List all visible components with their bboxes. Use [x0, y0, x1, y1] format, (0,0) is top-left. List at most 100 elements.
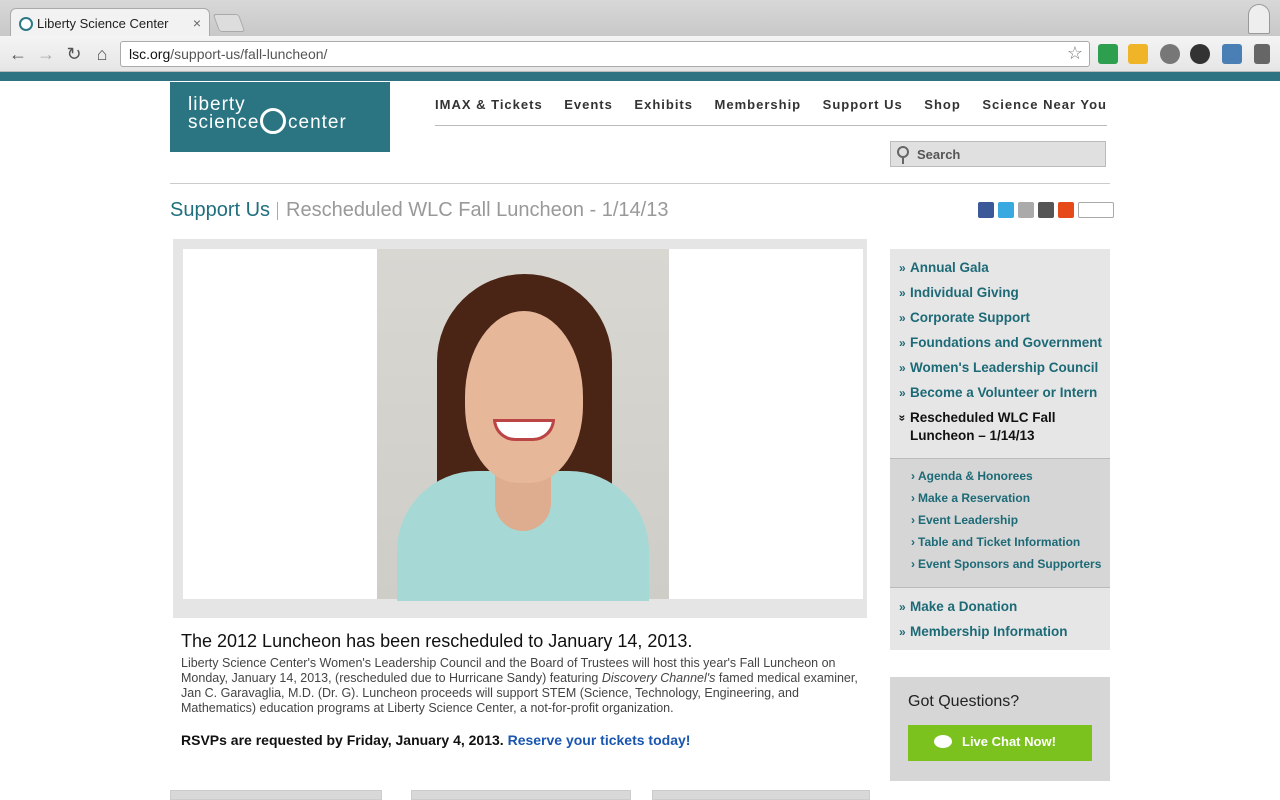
home-icon[interactable]: ⌂: [90, 42, 114, 66]
rsvp-text: RSVPs are requested by Friday, January 4…: [181, 732, 504, 748]
chevron-right-icon: »: [899, 311, 906, 325]
subnav-label: Make a Reservation: [918, 491, 1031, 505]
sidebar-item-donation[interactable]: » Make a Donation: [890, 598, 1110, 616]
extension-icon[interactable]: [1128, 44, 1148, 64]
sidebar-item-annual-gala[interactable]: » Annual Gala: [890, 259, 1110, 277]
thumbnail[interactable]: [170, 790, 382, 800]
article-headline: The 2012 Luncheon has been rescheduled t…: [181, 631, 693, 651]
nav-imax-tickets[interactable]: IMAX & Tickets: [435, 96, 543, 125]
feature-photo-frame: [173, 239, 867, 618]
chevron-right-icon: ›: [911, 557, 915, 571]
search-placeholder: Search: [917, 147, 961, 162]
questions-title: Got Questions?: [908, 693, 1020, 710]
sidebar-item-label: Annual Gala: [910, 260, 989, 275]
sidebar-item-label: Individual Giving: [910, 285, 1019, 300]
chevron-right-icon: »: [899, 386, 906, 400]
logo-mark-icon: [260, 108, 286, 134]
chevron-right-icon: ›: [911, 535, 915, 549]
logo-text: science: [188, 112, 260, 133]
addthis-icon[interactable]: [1058, 202, 1074, 218]
photo-background: [183, 249, 863, 601]
subnav-label: Event Sponsors and Supporters: [918, 557, 1102, 571]
chevron-right-icon: »: [899, 600, 906, 614]
tab-title: Liberty Science Center: [37, 16, 169, 31]
reserve-tickets-link[interactable]: Reserve your tickets today!: [508, 732, 691, 748]
sidebar-item-label: Foundations and Government: [910, 335, 1103, 350]
favicon-icon: [19, 17, 33, 31]
browser-toolbar: ← → ↻ ⌂ lsc.org/support-us/fall-luncheon…: [0, 36, 1280, 72]
site-logo[interactable]: liberty science center: [170, 82, 390, 152]
sidebar-subnav: › Agenda & Honorees › Make a Reservation ›…: [890, 458, 1110, 588]
profile-icon[interactable]: [1248, 4, 1270, 34]
main-nav: IMAX & Tickets Events Exhibits Membershi…: [435, 96, 1107, 126]
breadcrumb-separator: [277, 202, 278, 220]
chevron-right-icon: ›: [911, 513, 915, 527]
extension-icon[interactable]: [1098, 44, 1118, 64]
thumbnail[interactable]: [652, 790, 870, 800]
share-count-box: [1078, 202, 1114, 218]
article-body: Liberty Science Center's Women's Leaders…: [181, 656, 861, 716]
breadcrumb-section[interactable]: Support Us: [170, 199, 270, 222]
body-emphasis: Discovery Channel's: [601, 671, 716, 685]
divider: [170, 183, 1110, 184]
subnav-item-reservation[interactable]: › Make a Reservation: [890, 491, 1110, 505]
live-chat-button[interactable]: Live Chat Now!: [908, 725, 1092, 761]
thumbnail[interactable]: [411, 790, 631, 800]
email-icon[interactable]: [1018, 202, 1034, 218]
sidebar-item-womens-leadership[interactable]: » Women's Leadership Council: [890, 359, 1110, 377]
twitter-icon[interactable]: [998, 202, 1014, 218]
page-title: Rescheduled WLC Fall Luncheon - 1/14/13: [286, 199, 669, 221]
chevron-right-icon: ›: [911, 469, 915, 483]
sidebar-item-label: Become a Volunteer or Intern: [910, 385, 1098, 400]
browser-tab[interactable]: Liberty Science Center ×: [10, 8, 210, 38]
reload-icon[interactable]: ↻: [62, 42, 86, 66]
nav-shop[interactable]: Shop: [924, 96, 961, 125]
nav-exhibits[interactable]: Exhibits: [634, 96, 693, 125]
sidebar-item-membership[interactable]: » Membership Information: [890, 623, 1110, 641]
sidebar-item-label: Women's Leadership Council: [910, 360, 1099, 375]
forward-icon[interactable]: →: [34, 42, 58, 66]
bookmark-star-icon[interactable]: ☆: [1067, 43, 1083, 64]
nav-support-us[interactable]: Support Us: [823, 96, 903, 125]
sidebar-item-foundations[interactable]: » Foundations and Government: [890, 334, 1110, 352]
search-input[interactable]: Search: [890, 141, 1106, 167]
chevron-down-icon: »: [895, 414, 910, 422]
sidebar-item-label: Rescheduled WLC Fall Luncheon – 1/14/13: [910, 410, 1056, 443]
subnav-item-agenda[interactable]: › Agenda & Honorees: [890, 469, 1110, 483]
chat-bubble-icon: [934, 735, 952, 748]
menu-icon[interactable]: [1254, 44, 1270, 64]
nav-events[interactable]: Events: [564, 96, 613, 125]
gear-icon[interactable]: [1160, 44, 1180, 64]
address-bar[interactable]: lsc.org/support-us/fall-luncheon/ ☆: [120, 41, 1090, 67]
sidebar-item-label: Make a Donation: [910, 599, 1018, 614]
subnav-item-tickets[interactable]: › Table and Ticket Information: [890, 535, 1110, 549]
sidebar-item-volunteer[interactable]: » Become a Volunteer or Intern: [890, 384, 1110, 402]
subnav-item-leadership[interactable]: › Event Leadership: [890, 513, 1110, 527]
chevron-right-icon: »: [899, 261, 906, 275]
sidebar-nav: » Annual Gala » Individual Giving » Corpora…: [890, 249, 1110, 650]
portrait-photo: [377, 249, 669, 601]
facebook-icon[interactable]: [978, 202, 994, 218]
extension-icon[interactable]: [1190, 44, 1210, 64]
browser-tab-strip: Liberty Science Center ×: [0, 0, 1280, 38]
sidebar-item-current[interactable]: » Rescheduled WLC Fall Luncheon – 1/14/13: [890, 409, 1110, 445]
subnav-label: Event Leadership: [918, 513, 1019, 527]
sidebar-item-label: Membership Information: [910, 624, 1068, 639]
tab-close-icon[interactable]: ×: [193, 15, 201, 31]
live-chat-label: Live Chat Now!: [962, 734, 1056, 749]
share-toolbar: [978, 202, 1114, 218]
search-icon: [897, 146, 909, 164]
sidebar-item-individual-giving[interactable]: » Individual Giving: [890, 284, 1110, 302]
rsvp-line: RSVPs are requested by Friday, January 4…: [181, 732, 690, 748]
nav-membership[interactable]: Membership: [715, 96, 802, 125]
subnav-item-sponsors[interactable]: › Event Sponsors and Supporters: [890, 557, 1110, 571]
site-top-bar: [0, 72, 1280, 81]
print-icon[interactable]: [1038, 202, 1054, 218]
nav-science-near-you[interactable]: Science Near You: [982, 96, 1107, 125]
extension-icon[interactable]: [1222, 44, 1242, 64]
back-icon[interactable]: ←: [6, 42, 30, 66]
new-tab-button[interactable]: [212, 14, 246, 32]
subnav-label: Table and Ticket Information: [918, 535, 1081, 549]
sidebar-item-corporate-support[interactable]: » Corporate Support: [890, 309, 1110, 327]
chevron-right-icon: »: [899, 336, 906, 350]
